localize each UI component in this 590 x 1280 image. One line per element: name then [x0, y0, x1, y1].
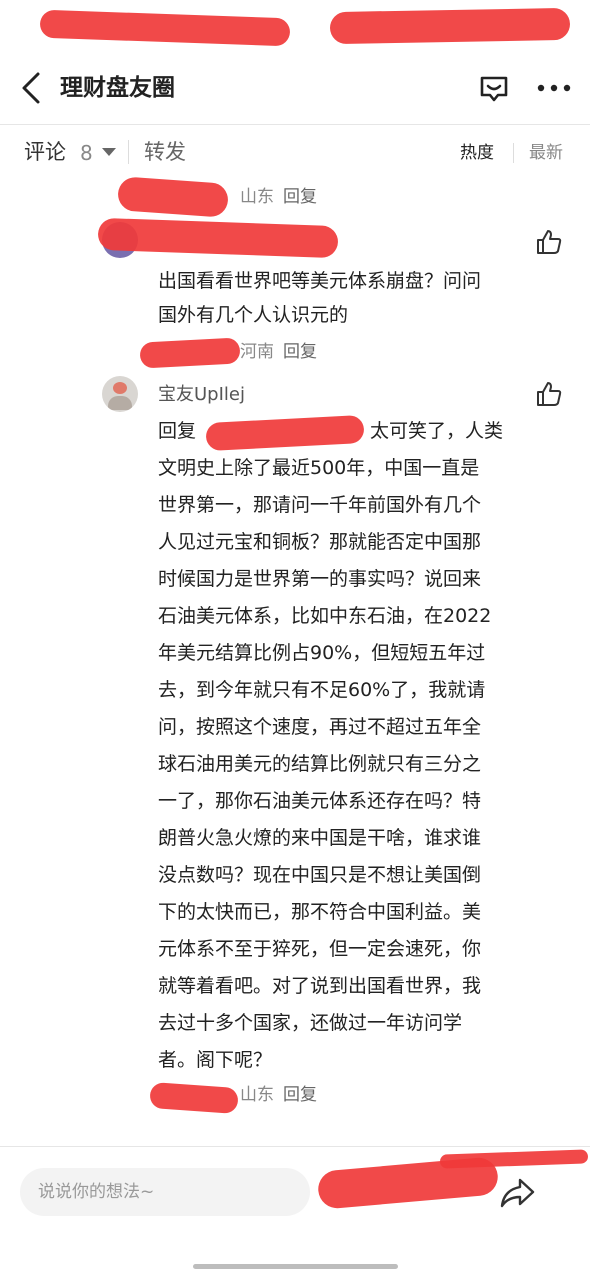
comment2-line: 石油美元体系，比如中东石油，在2022 — [158, 605, 492, 627]
comment2-line: 就等着看吧。对了说到出国看世界，我 — [158, 975, 482, 997]
tab-comments[interactable]: 评论 — [24, 138, 66, 166]
message-icon[interactable] — [478, 72, 510, 104]
parent-reply-button[interactable]: 回复 — [283, 185, 317, 209]
comment1-text-line2: 国外有几个人认识元的 — [158, 304, 349, 326]
status-bar-redaction-right — [329, 7, 571, 45]
comment1-location: 河南 — [240, 342, 274, 362]
comment2-line: 球石油用美元的结算比例就只有三分之 — [158, 753, 482, 775]
sort-divider — [513, 143, 514, 163]
tab-repost[interactable]: 转发 — [144, 138, 186, 166]
comment2-location: 山东 — [240, 1085, 274, 1105]
share-icon[interactable] — [498, 1176, 536, 1210]
comment2-line: 年美元结算比例占90%，但短短五年过 — [158, 642, 486, 664]
status-bar-redaction-left — [39, 9, 291, 47]
comment2-line: 朗普火急火燎的来中国是干啥，谁求谁 — [158, 827, 482, 849]
comment2-line: 去，到今年就只有不足60%了，我就请 — [158, 679, 486, 701]
comment2-meta-redaction — [149, 1081, 239, 1115]
bottom-divider — [0, 1146, 590, 1147]
bottom-actions-redaction-2 — [439, 1149, 589, 1169]
comment2-line: 去过十多个国家，还做过一年访问学 — [158, 1012, 463, 1034]
comment-count: 8 — [80, 141, 93, 165]
page-title: 理财盘友圈 — [60, 75, 175, 101]
comment2-line-1-tail: 太可笑了，人类 — [370, 420, 504, 442]
comment2-line: 人见过元宝和铜板？那就能否定中国那 — [158, 531, 482, 553]
comment2-reply-button[interactable]: 回复 — [283, 1083, 317, 1107]
avatar[interactable] — [102, 376, 138, 412]
comment1-username-redaction — [97, 217, 339, 259]
sort-hot-button[interactable]: 热度 — [460, 141, 494, 165]
comment2-username[interactable]: 宝友UpIlej — [158, 382, 245, 408]
comment2-line: 时候国力是世界第一的事实吗？说回来 — [158, 568, 482, 590]
reply-target-redaction — [205, 414, 365, 452]
comment1-reply-button[interactable]: 回复 — [283, 340, 317, 364]
comment2-line: 下的太快而已，那不符合中国利益。美 — [158, 901, 482, 923]
header-divider — [0, 124, 590, 125]
comment2-line: 没点数吗？现在中国只是不想让美国倒 — [158, 864, 482, 886]
parent-meta-redaction — [116, 176, 230, 218]
sort-new-button[interactable]: 最新 — [529, 141, 563, 165]
comment-input-placeholder: 说说你的想法~ — [38, 1182, 155, 1202]
back-icon[interactable] — [18, 70, 46, 106]
comment2-line: 者。阁下呢？ — [158, 1049, 273, 1071]
comment2-line: 文明史上除了最近500年，中国一直是 — [158, 457, 480, 479]
comment2-reply-prefix: 回复 — [158, 420, 197, 442]
comment2-body: 回复 太可笑了，人类 文明史上除了最近500年，中国一直是 世界第一，那请问一千… — [158, 413, 538, 1079]
tab-divider — [128, 140, 129, 164]
comment2-line: 问，按照这个速度，再过不超过五年全 — [158, 716, 482, 738]
home-indicator — [193, 1264, 398, 1269]
comment2-line: 一了，那你石油美元体系还存在吗？特 — [158, 790, 482, 812]
like-icon[interactable] — [535, 380, 563, 408]
comment2-line: 元体系不至于猝死，但一定会速死，你 — [158, 938, 482, 960]
parent-location: 山东 — [240, 187, 274, 207]
more-icon[interactable] — [536, 72, 572, 104]
comment1-text-line1: 出国看看世界吧等美元体系崩盘？问问 — [158, 270, 482, 292]
comment2-line: 回复 太可笑了，人类 — [158, 413, 528, 452]
like-icon[interactable] — [535, 228, 563, 256]
chevron-down-icon[interactable] — [102, 148, 116, 156]
comment2-line: 世界第一，那请问一千年前国外有几个 — [158, 494, 482, 516]
comment1-meta-redaction — [139, 337, 241, 369]
